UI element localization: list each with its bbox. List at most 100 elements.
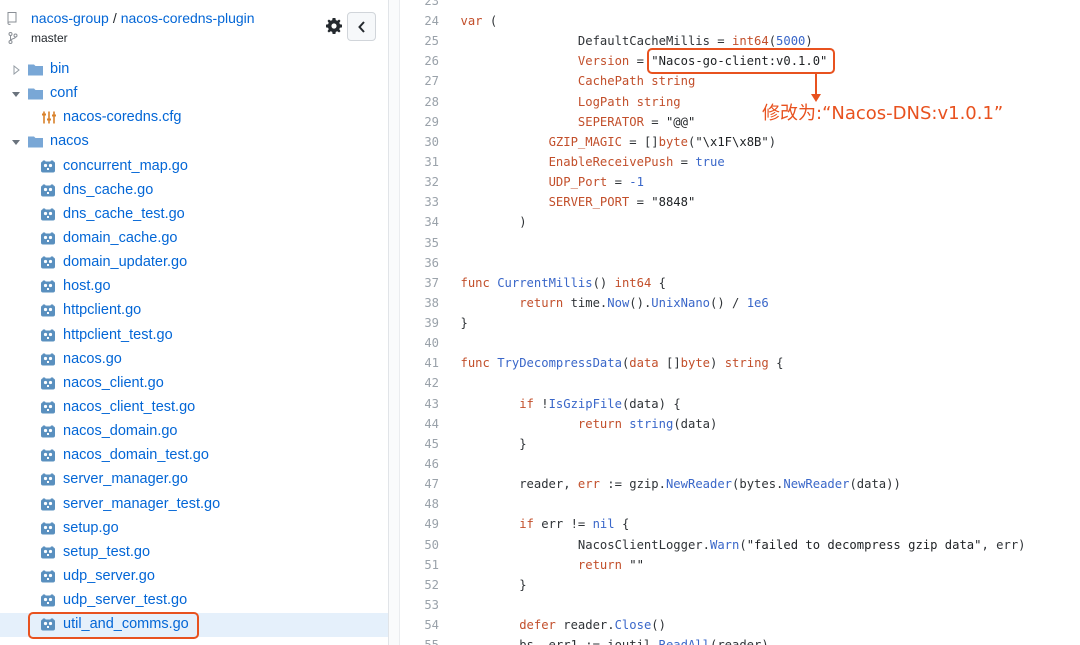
- folder-icon: [28, 136, 43, 148]
- line-content: if !IsGzipFile(data) {: [461, 394, 680, 414]
- tree-file[interactable]: nacos_domain_test.go: [0, 444, 388, 468]
- tree-file[interactable]: dns_cache_test.go: [0, 203, 388, 227]
- code-token: UDP_Port: [548, 175, 608, 190]
- line-number[interactable]: 38: [401, 293, 439, 313]
- line-number[interactable]: 52: [401, 575, 439, 595]
- line-number[interactable]: 41: [401, 353, 439, 373]
- repo-owner-link[interactable]: nacos-group: [31, 10, 109, 26]
- code-token: {: [614, 517, 630, 532]
- line-number[interactable]: 46: [401, 454, 439, 474]
- tree-file[interactable]: nacos-coredns.cfg: [0, 106, 388, 130]
- tree-file[interactable]: server_manager_test.go: [0, 493, 388, 517]
- tree-file[interactable]: httpclient.go: [0, 299, 388, 323]
- line-number[interactable]: 32: [401, 172, 439, 192]
- line-number[interactable]: 36: [401, 253, 439, 273]
- tree-file[interactable]: httpclient_test.go: [0, 324, 388, 348]
- go-file-icon: [41, 425, 55, 438]
- line-number[interactable]: 29: [401, 112, 439, 132]
- triangle-right-icon[interactable]: [12, 65, 20, 75]
- line-number[interactable]: 44: [401, 414, 439, 434]
- tree-item-label: nacos_domain.go: [63, 423, 178, 440]
- line-number[interactable]: 27: [401, 71, 439, 91]
- line-number[interactable]: 49: [401, 514, 439, 534]
- tree-file[interactable]: domain_updater.go: [0, 251, 388, 275]
- code-token: IsGzipFile: [548, 396, 622, 411]
- line-number[interactable]: 39: [401, 313, 439, 333]
- go-file-icon: [41, 497, 55, 511]
- tree-file[interactable]: dns_cache.go: [0, 179, 388, 203]
- repo-path-separator: /: [112, 10, 117, 26]
- tree-file[interactable]: setup.go: [0, 517, 388, 541]
- line-number[interactable]: 55: [401, 635, 439, 645]
- tree-file[interactable]: udp_server_test.go: [0, 589, 388, 613]
- line-number[interactable]: 48: [401, 494, 439, 514]
- line-number[interactable]: 43: [401, 394, 439, 414]
- line-number[interactable]: 42: [401, 373, 439, 393]
- tree-folder[interactable]: conf: [0, 82, 388, 106]
- tree-folder[interactable]: bin: [0, 58, 388, 82]
- line-number[interactable]: 33: [401, 192, 439, 212]
- code-token: err !=: [533, 517, 593, 532]
- line-number[interactable]: 28: [401, 92, 439, 112]
- repo-name-link[interactable]: nacos-coredns-plugin: [121, 10, 255, 26]
- collapse-sidebar-button[interactable]: [347, 12, 376, 41]
- triangle-down-icon[interactable]: [12, 137, 20, 147]
- tree-item-label: conf: [50, 85, 78, 102]
- code-token: (: [739, 537, 747, 552]
- code-token: GZIP_MAGIC: [548, 134, 622, 149]
- tree-file[interactable]: nacos_client.go: [0, 372, 388, 396]
- code-token: (): [651, 618, 666, 633]
- line-number[interactable]: 45: [401, 434, 439, 454]
- tree-file[interactable]: nacos.go: [0, 348, 388, 372]
- code-token: func: [460, 356, 490, 371]
- code-token: string: [724, 356, 769, 371]
- tree-item-label: httpclient.go: [63, 302, 142, 319]
- line-number[interactable]: 40: [401, 333, 439, 353]
- tree-file[interactable]: udp_server.go: [0, 565, 388, 589]
- code-view[interactable]: 23 24 var (25 DefaultCacheMillis = int64(5…: [401, 0, 1080, 645]
- code-token: ): [710, 356, 725, 371]
- line-content: SERVER_PORT = "8848": [461, 192, 696, 212]
- branch-name[interactable]: master: [31, 31, 68, 45]
- repo-header: nacos-group / nacos-coredns-plugin master: [0, 0, 388, 56]
- triangle-down-icon[interactable]: [12, 89, 20, 99]
- line-number[interactable]: 23: [401, 0, 439, 11]
- tree-file[interactable]: domain_cache.go: [0, 227, 388, 251]
- code-token: bs, err1 := ioutil.: [461, 638, 658, 645]
- line-number[interactable]: 51: [401, 555, 439, 575]
- tree-file[interactable]: server_manager.go: [0, 468, 388, 492]
- code-token: var: [460, 13, 483, 28]
- tree-file[interactable]: nacos_domain.go: [0, 420, 388, 444]
- line-number[interactable]: 25: [401, 31, 439, 51]
- line-number[interactable]: 31: [401, 152, 439, 172]
- code-token: LogPath: [577, 94, 630, 109]
- code-token: CurrentMillis: [497, 275, 593, 290]
- line-number[interactable]: 26: [401, 51, 439, 71]
- tree-file[interactable]: host.go: [0, 275, 388, 299]
- line-content: EnableReceivePush = true: [461, 152, 725, 172]
- line-number[interactable]: 53: [401, 595, 439, 615]
- line-content: UDP_Port = -1: [461, 172, 644, 192]
- line-number[interactable]: 24: [401, 11, 439, 31]
- tree-file[interactable]: nacos_client_test.go: [0, 396, 388, 420]
- code-token: -1: [629, 175, 644, 190]
- tree-item-label: dns_cache.go: [63, 181, 154, 198]
- settings-button[interactable]: [324, 16, 344, 36]
- tree-file[interactable]: concurrent_map.go: [0, 155, 388, 179]
- code-token: []: [658, 356, 681, 371]
- line-number[interactable]: 50: [401, 535, 439, 555]
- tree-file[interactable]: setup_test.go: [0, 541, 388, 565]
- go-file-icon: [41, 377, 55, 390]
- tree-item-label: nacos-coredns.cfg: [63, 109, 182, 126]
- line-number[interactable]: 30: [401, 132, 439, 152]
- line-number[interactable]: 47: [401, 474, 439, 494]
- tree-folder[interactable]: nacos: [0, 130, 388, 154]
- line-number[interactable]: 34: [401, 212, 439, 232]
- tree-item-label: udp_server_test.go: [63, 592, 188, 609]
- line-number[interactable]: 54: [401, 615, 439, 635]
- line-number[interactable]: 35: [401, 233, 439, 253]
- config-file-icon: [42, 111, 56, 124]
- line-number[interactable]: 37: [401, 273, 439, 293]
